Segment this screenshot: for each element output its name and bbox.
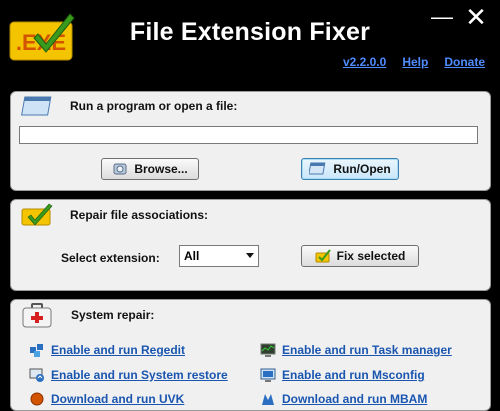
run-window-icon (309, 162, 326, 175)
system-panel: System repair: Enable and run Regedit En… (10, 299, 491, 411)
run-open-button[interactable]: Run/Open (301, 158, 399, 180)
uvk-icon (30, 392, 44, 406)
repair-panel-label: Repair file associations: (70, 208, 209, 222)
exe-check-icon (21, 203, 53, 232)
mbam-link-text: Download and run MBAM (282, 392, 428, 406)
fix-selected-button-label: Fix selected (336, 249, 406, 263)
system-restore-icon (29, 368, 44, 382)
app-title: File Extension Fixer (129, 18, 371, 46)
regedit-link[interactable]: Enable and run Regedit (29, 342, 185, 358)
extension-select-value: All (184, 249, 200, 263)
donate-link[interactable]: Donate (444, 55, 485, 69)
browse-icon (113, 163, 127, 175)
task-manager-link[interactable]: Enable and run Task manager (260, 342, 452, 358)
fix-check-icon (315, 249, 331, 263)
help-link[interactable]: Help (402, 55, 428, 69)
msconfig-icon (260, 368, 276, 382)
regedit-icon (30, 344, 43, 357)
system-restore-link-text: Enable and run System restore (51, 368, 228, 382)
task-manager-link-text: Enable and run Task manager (282, 343, 452, 357)
mbam-link[interactable]: Download and run MBAM (260, 391, 427, 407)
uvk-link[interactable]: Download and run UVK (29, 391, 184, 407)
msconfig-link[interactable]: Enable and run Msconfig (260, 367, 425, 383)
run-panel-label: Run a program or open a file: (70, 99, 238, 113)
uvk-link-text: Download and run UVK (51, 392, 185, 406)
close-button[interactable]: ✕ (465, 4, 487, 30)
header-links: v2.2.0.0 Help Donate (343, 55, 485, 69)
version-link[interactable]: v2.2.0.0 (343, 55, 386, 69)
chevron-down-icon (246, 253, 254, 258)
repair-panel: Repair file associations: Select extensi… (10, 199, 491, 291)
system-restore-link[interactable]: Enable and run System restore (29, 367, 228, 383)
select-extension-label: Select extension: (61, 251, 160, 265)
run-panel: Run a program or open a file: Browse... … (10, 91, 491, 191)
first-aid-icon (21, 303, 53, 334)
browse-button[interactable]: Browse... (101, 158, 199, 180)
task-manager-icon (260, 343, 276, 357)
app-logo: .EXE (8, 12, 76, 64)
msconfig-link-text: Enable and run Msconfig (282, 368, 425, 382)
run-path-input[interactable] (19, 126, 478, 144)
system-panel-label: System repair: (71, 308, 155, 322)
minimize-button[interactable]: — (431, 6, 453, 28)
app-window: .EXE File Extension Fixer — ✕ v2.2.0.0 H… (0, 0, 500, 411)
fix-selected-button[interactable]: Fix selected (301, 245, 419, 267)
run-open-button-label: Run/Open (333, 162, 391, 176)
browse-button-label: Browse... (134, 162, 188, 176)
regedit-link-text: Enable and run Regedit (51, 343, 186, 357)
window-icon (21, 96, 53, 123)
extension-select[interactable]: All (179, 245, 259, 267)
mbam-icon (262, 394, 274, 405)
